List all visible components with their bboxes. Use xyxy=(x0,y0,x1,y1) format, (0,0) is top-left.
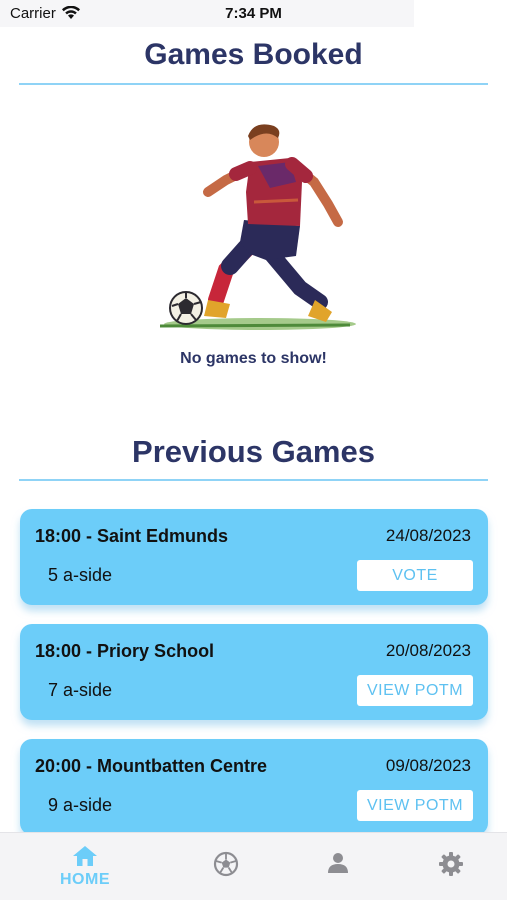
tab-profile[interactable] xyxy=(275,833,401,900)
vote-button[interactable]: VOTE xyxy=(357,560,473,591)
gear-icon xyxy=(439,852,463,876)
view-potm-button[interactable]: VIEW POTM xyxy=(357,790,473,821)
game-card[interactable]: 20:00 - Mountbatten Centre 09/08/2023 9 … xyxy=(20,739,488,835)
game-size: 7 a-side xyxy=(48,680,113,700)
view-potm-button[interactable]: VIEW POTM xyxy=(357,675,473,706)
game-date: 24/08/2023 xyxy=(385,526,471,545)
game-date: 20/08/2023 xyxy=(385,641,471,660)
soccer-ball-icon xyxy=(213,851,239,877)
no-games-message: No games to show! xyxy=(180,350,327,367)
tab-settings[interactable] xyxy=(388,833,507,900)
home-icon xyxy=(73,846,97,866)
status-time: 7:34 PM xyxy=(225,5,282,22)
tab-bar: HOME xyxy=(0,832,507,900)
game-title: 18:00 - Priory School xyxy=(35,641,215,661)
tab-games[interactable] xyxy=(163,833,289,900)
tab-home[interactable]: HOME xyxy=(22,833,148,900)
divider xyxy=(19,83,488,85)
footballer-illustration xyxy=(159,124,356,330)
game-size: 5 a-side xyxy=(48,565,113,585)
game-title: 18:00 - Saint Edmunds xyxy=(35,526,229,546)
game-title: 20:00 - Mountbatten Centre xyxy=(35,756,268,776)
user-icon xyxy=(328,853,348,873)
divider xyxy=(19,479,488,481)
game-size: 9 a-side xyxy=(48,795,113,815)
game-date: 09/08/2023 xyxy=(385,756,471,775)
game-card[interactable]: 18:00 - Priory School 20/08/2023 7 a-sid… xyxy=(20,624,488,720)
game-card[interactable]: 18:00 - Saint Edmunds 24/08/2023 5 a-sid… xyxy=(20,509,488,605)
tab-home-label: HOME xyxy=(60,871,110,888)
games-booked-title: Games Booked xyxy=(144,38,363,71)
previous-games-title: Previous Games xyxy=(132,434,375,469)
